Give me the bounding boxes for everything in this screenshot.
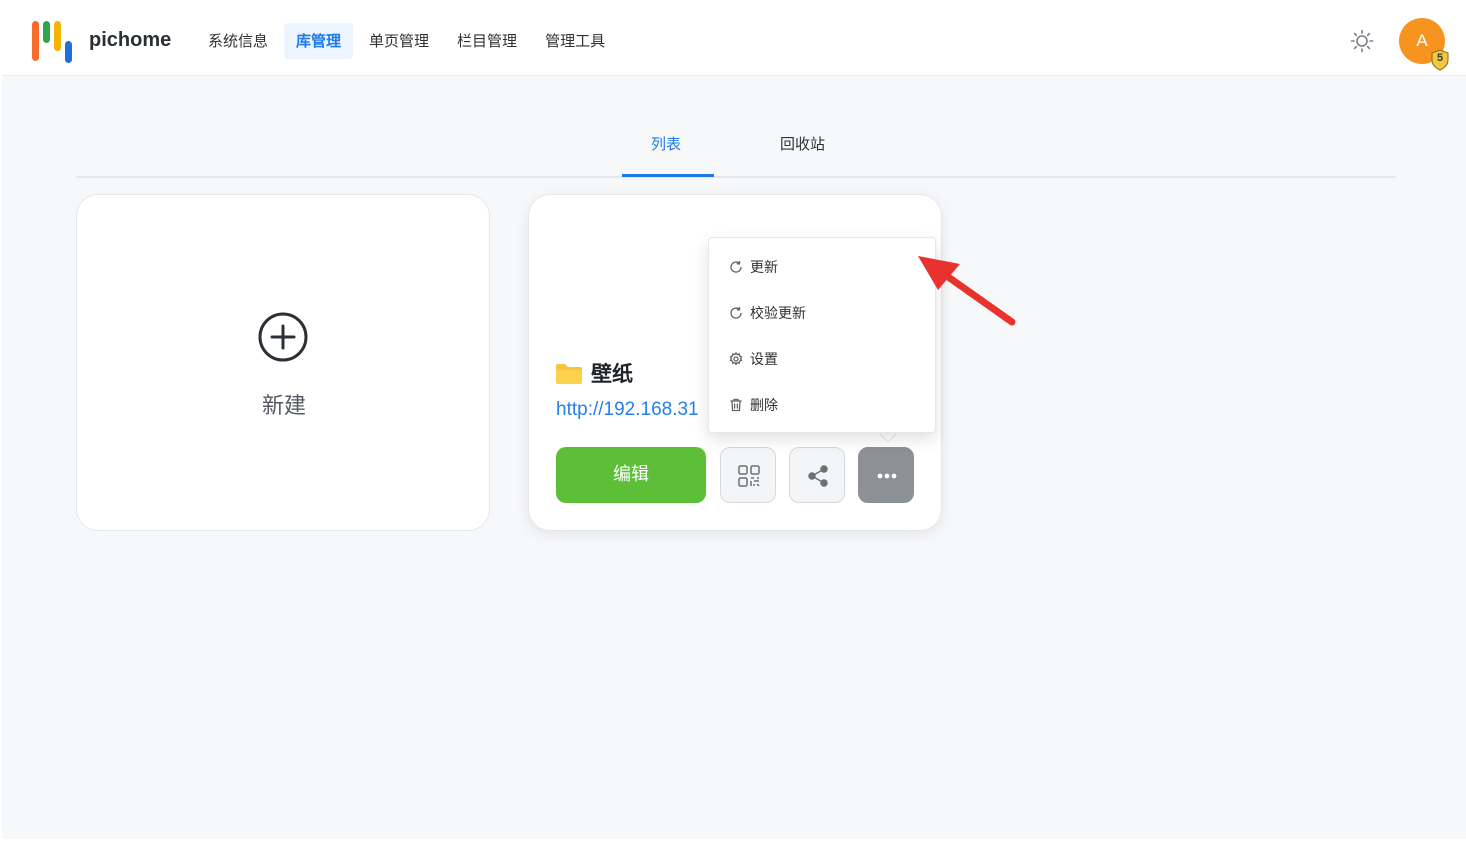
nav-item-system-info[interactable]: 系统信息: [196, 23, 280, 59]
share-icon: [808, 465, 828, 487]
menu-item-delete[interactable]: 删除: [709, 385, 935, 425]
trash-icon: [730, 398, 742, 412]
library-name: 壁纸: [591, 362, 633, 386]
gear-icon: [729, 352, 743, 366]
level-badge: 5: [1430, 49, 1450, 71]
level-badge-number: 5: [1436, 52, 1444, 64]
plus-circle-icon: [258, 312, 308, 362]
qrcode-icon: [738, 465, 760, 487]
menu-item-label: 更新: [750, 260, 778, 276]
library-url-link[interactable]: http://192.168.31: [556, 399, 699, 421]
logo[interactable]: [30, 19, 74, 63]
more-dropdown-menu: 更新 校验更新 设置 删除: [708, 237, 936, 433]
refresh-icon: [730, 261, 742, 273]
menu-item-verify-update[interactable]: 校验更新: [709, 293, 935, 333]
menu-item-update[interactable]: 更新: [709, 247, 935, 287]
menu-item-settings[interactable]: 设置: [709, 339, 935, 379]
new-library-label: 新建: [261, 394, 306, 419]
brand-name: pichome: [89, 29, 172, 51]
library-tabs: 列表 回收站: [76, 124, 1396, 178]
folder-icon: [556, 364, 582, 384]
active-tab-indicator: [622, 174, 714, 177]
tab-list[interactable]: 列表: [651, 133, 681, 154]
top-nav: 系统信息 库管理 单页管理 栏目管理 管理工具: [196, 23, 621, 59]
logo-icon: [30, 19, 74, 63]
menu-item-label: 设置: [750, 352, 778, 368]
nav-item-admin-tools[interactable]: 管理工具: [533, 23, 617, 59]
refresh-icon: [730, 307, 742, 319]
share-button[interactable]: [789, 447, 845, 503]
nav-item-library-management[interactable]: 库管理: [284, 23, 354, 59]
menu-item-label: 校验更新: [750, 306, 806, 322]
menu-item-label: 删除: [750, 398, 778, 414]
more-button[interactable]: [858, 447, 914, 503]
sun-icon[interactable]: [1350, 29, 1374, 53]
top-header: pichome 系统信息 库管理 单页管理 栏目管理 管理工具 A 5: [2, 0, 1466, 76]
annotation-arrow-icon: [918, 256, 1016, 326]
nav-item-column-management[interactable]: 栏目管理: [445, 23, 529, 59]
nav-item-page-management[interactable]: 单页管理: [357, 23, 441, 59]
app-root: pichome 系统信息 库管理 单页管理 栏目管理 管理工具 A 5 列表 回…: [2, 0, 1466, 839]
tab-recycle-bin[interactable]: 回收站: [780, 133, 825, 154]
edit-button[interactable]: 编辑: [556, 447, 706, 503]
new-library-card[interactable]: 新建: [76, 194, 490, 531]
more-icon: [877, 473, 897, 479]
qrcode-button[interactable]: [720, 447, 776, 503]
